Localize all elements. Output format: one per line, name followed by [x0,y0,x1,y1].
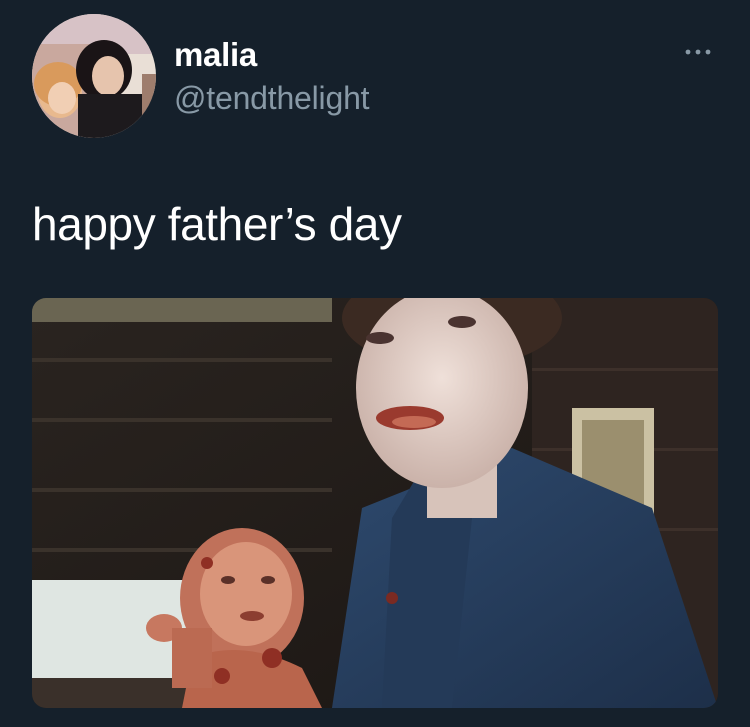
tweet-text: happy father’s day [32,198,402,250]
display-name[interactable]: malia [174,36,257,74]
tweet: malia @tendthelight happy father’s day [0,0,750,727]
media-photo [32,298,718,708]
user-handle[interactable]: @tendthelight [174,80,370,117]
tweet-media-image[interactable] [32,298,718,708]
avatar-image [32,14,156,138]
avatar[interactable] [32,14,156,138]
more-options-icon[interactable] [680,40,716,64]
